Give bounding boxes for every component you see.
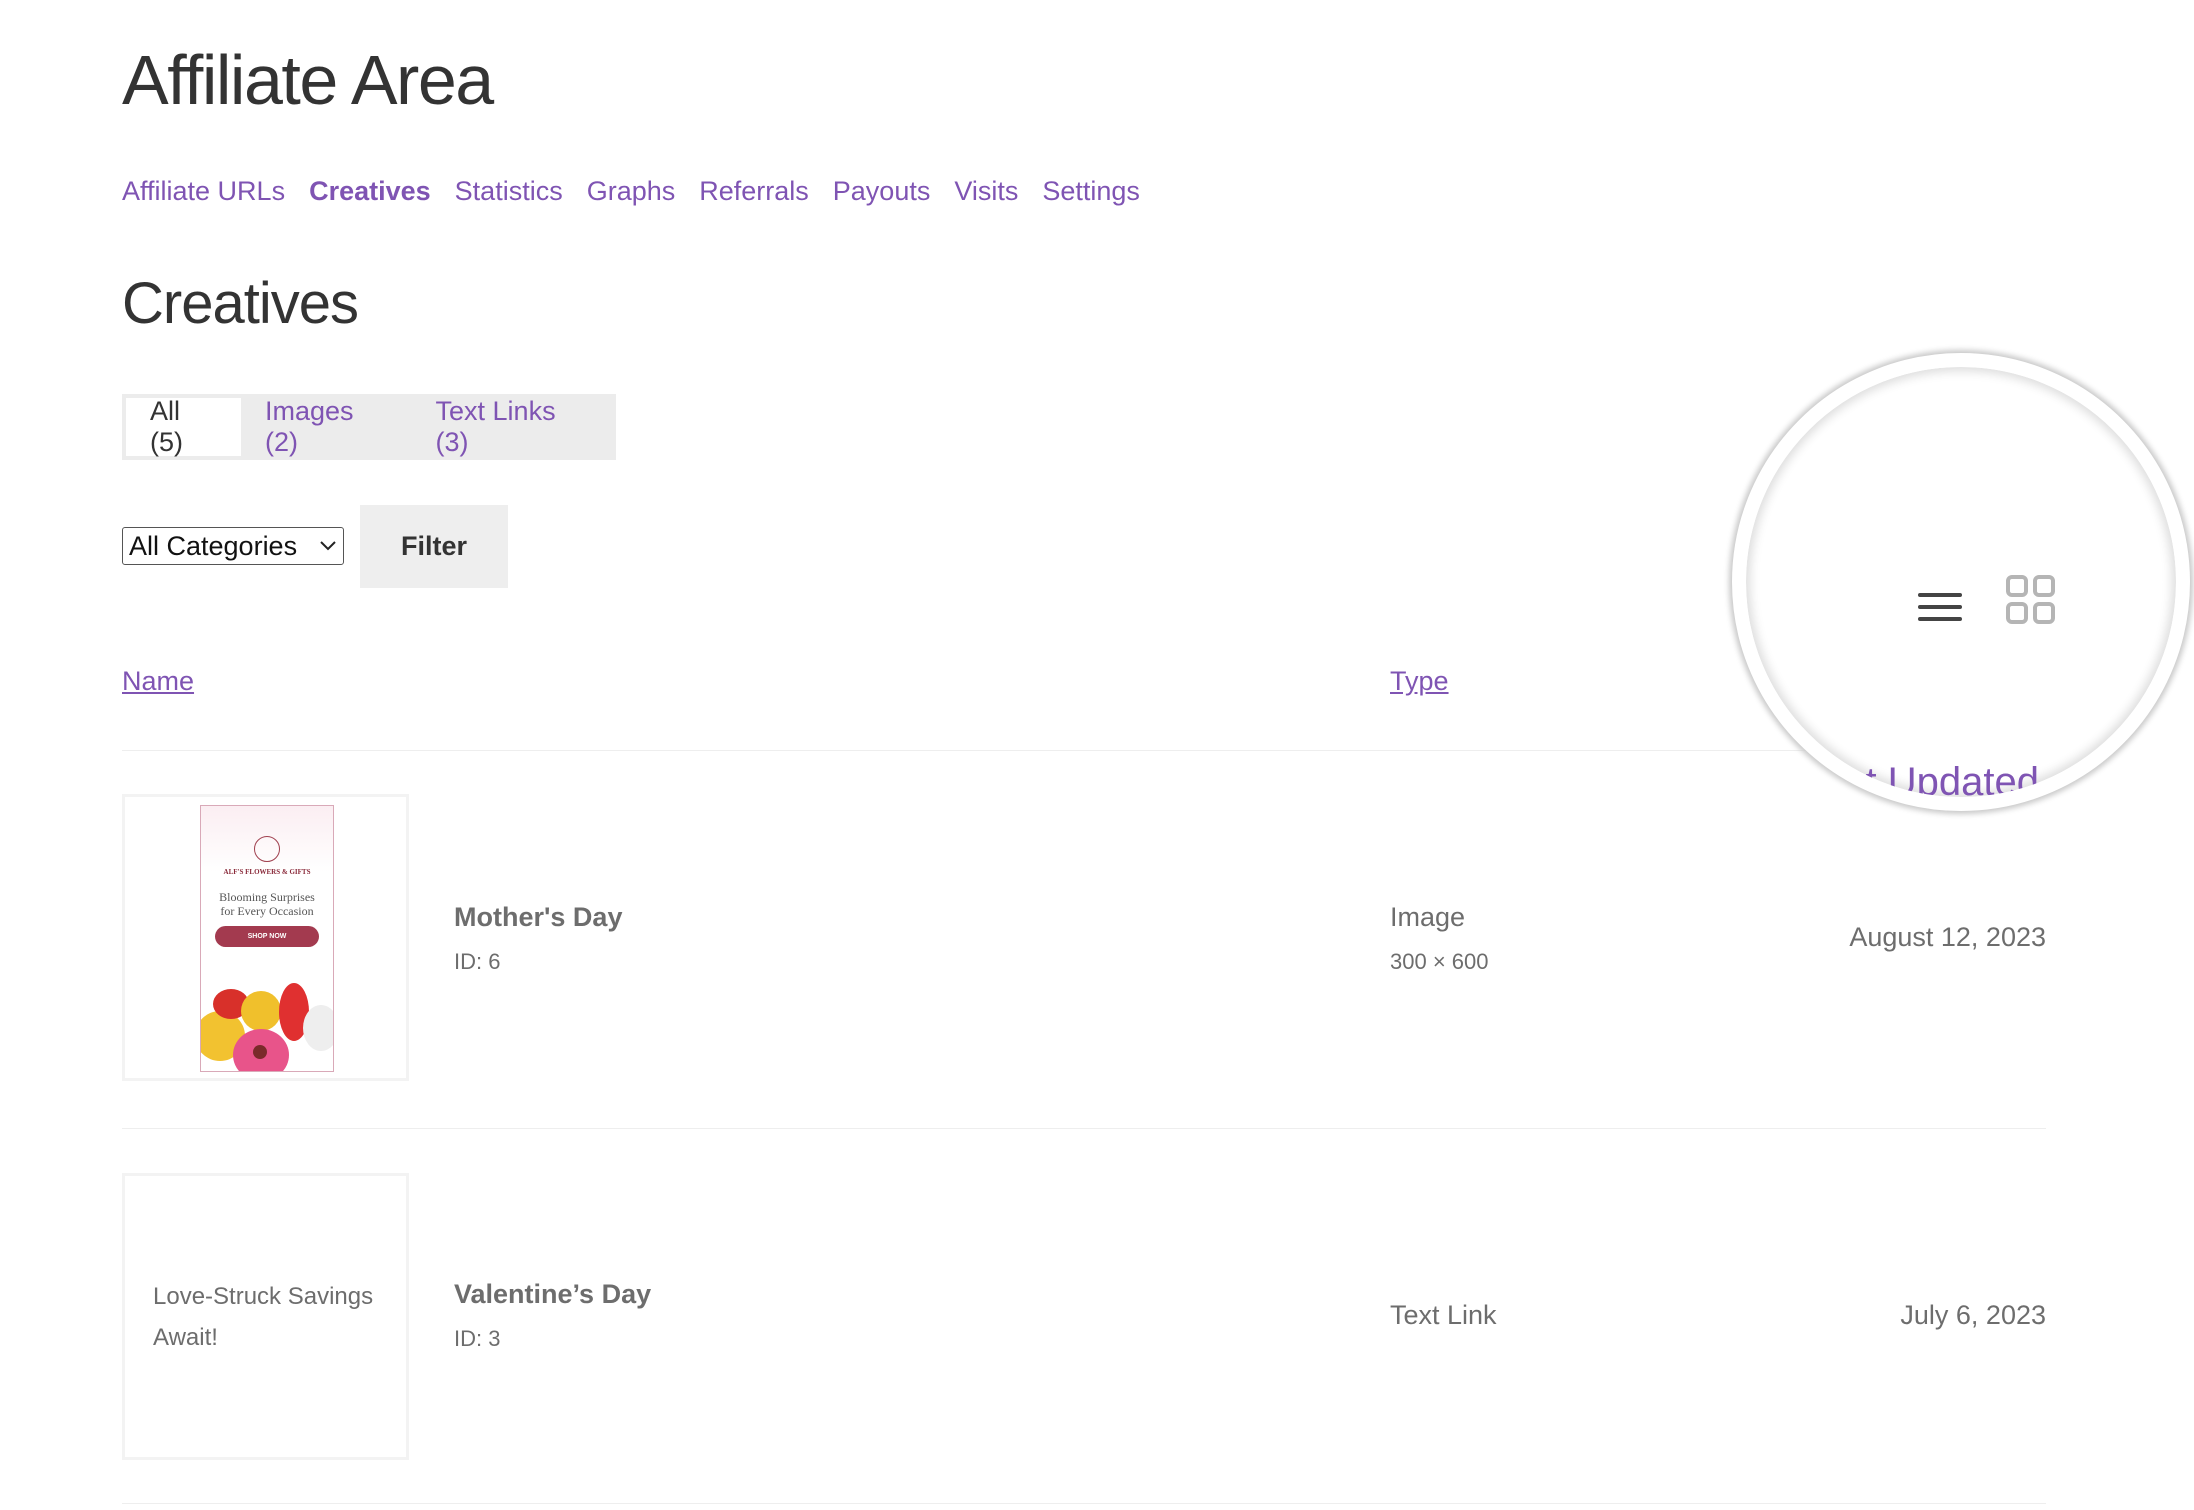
nav-visits[interactable]: Visits (954, 176, 1018, 207)
nav-statistics[interactable]: Statistics (455, 176, 563, 207)
divider (122, 1128, 2046, 1129)
sort-by-last-updated[interactable]: Last Updated (1801, 760, 2039, 797)
chevron-down-icon (320, 541, 336, 551)
banner-shop-now: SHOP NOW (215, 926, 319, 947)
filter-button[interactable]: Filter (360, 505, 508, 588)
banner-brand: ALF'S FLOWERS & GIFTS (223, 868, 311, 876)
sort-by-type[interactable]: Type (1390, 666, 1449, 697)
creative-date: July 6, 2023 (1900, 1300, 2046, 1330)
creative-thumbnail[interactable]: ALF'S FLOWERS & GIFTS Blooming Surprises… (122, 794, 409, 1081)
creative-type-tabs: All (5) Images (2) Text Links (3) (122, 394, 616, 460)
section-title: Creatives (122, 271, 359, 336)
view-toggle-magnifier: Last Updated (1732, 353, 2190, 811)
grid-view-icon[interactable] (2006, 575, 2056, 625)
nav-referrals[interactable]: Referrals (699, 176, 809, 207)
creative-id: ID: 6 (454, 949, 501, 974)
divider (122, 1503, 2046, 1504)
nav-settings[interactable]: Settings (1042, 176, 1140, 207)
creative-type: Image (1390, 902, 1466, 932)
nav-payouts[interactable]: Payouts (833, 176, 931, 207)
divider (122, 750, 2046, 751)
creative-id: ID: 3 (454, 1326, 501, 1351)
list-view-icon[interactable] (1918, 592, 1962, 622)
creative-date: August 12, 2023 (1849, 922, 2046, 952)
category-select[interactable]: All Categories (122, 527, 344, 565)
sort-by-name[interactable]: Name (122, 666, 194, 697)
creative-name[interactable]: Valentine’s Day (454, 1279, 651, 1310)
tab-text-links[interactable]: Text Links (3) (412, 396, 612, 457)
text-link-preview: Love-Struck Savings Await! (153, 1283, 374, 1351)
flowers-image (201, 981, 333, 1071)
creative-thumbnail[interactable]: Love-Struck Savings Await! (122, 1173, 409, 1460)
page-title: Affiliate Area (122, 41, 494, 119)
nav-creatives[interactable]: Creatives (309, 176, 431, 207)
creative-name[interactable]: Mother's Day (454, 902, 622, 933)
creative-size: 300 × 600 (1390, 949, 1489, 974)
creative-banner-image: ALF'S FLOWERS & GIFTS Blooming Surprises… (200, 805, 334, 1072)
creative-type: Text Link (1390, 1300, 1497, 1330)
nav-graphs[interactable]: Graphs (587, 176, 676, 207)
banner-headline: Blooming Surprises for Every Occasion (219, 890, 315, 918)
category-select-value: All Categories (129, 530, 298, 561)
nav-affiliate-urls[interactable]: Affiliate URLs (122, 176, 285, 207)
tab-images[interactable]: Images (2) (241, 396, 412, 457)
tab-all[interactable]: All (5) (126, 396, 241, 457)
affiliate-nav: Affiliate URLs Creatives Statistics Grap… (122, 176, 1140, 207)
